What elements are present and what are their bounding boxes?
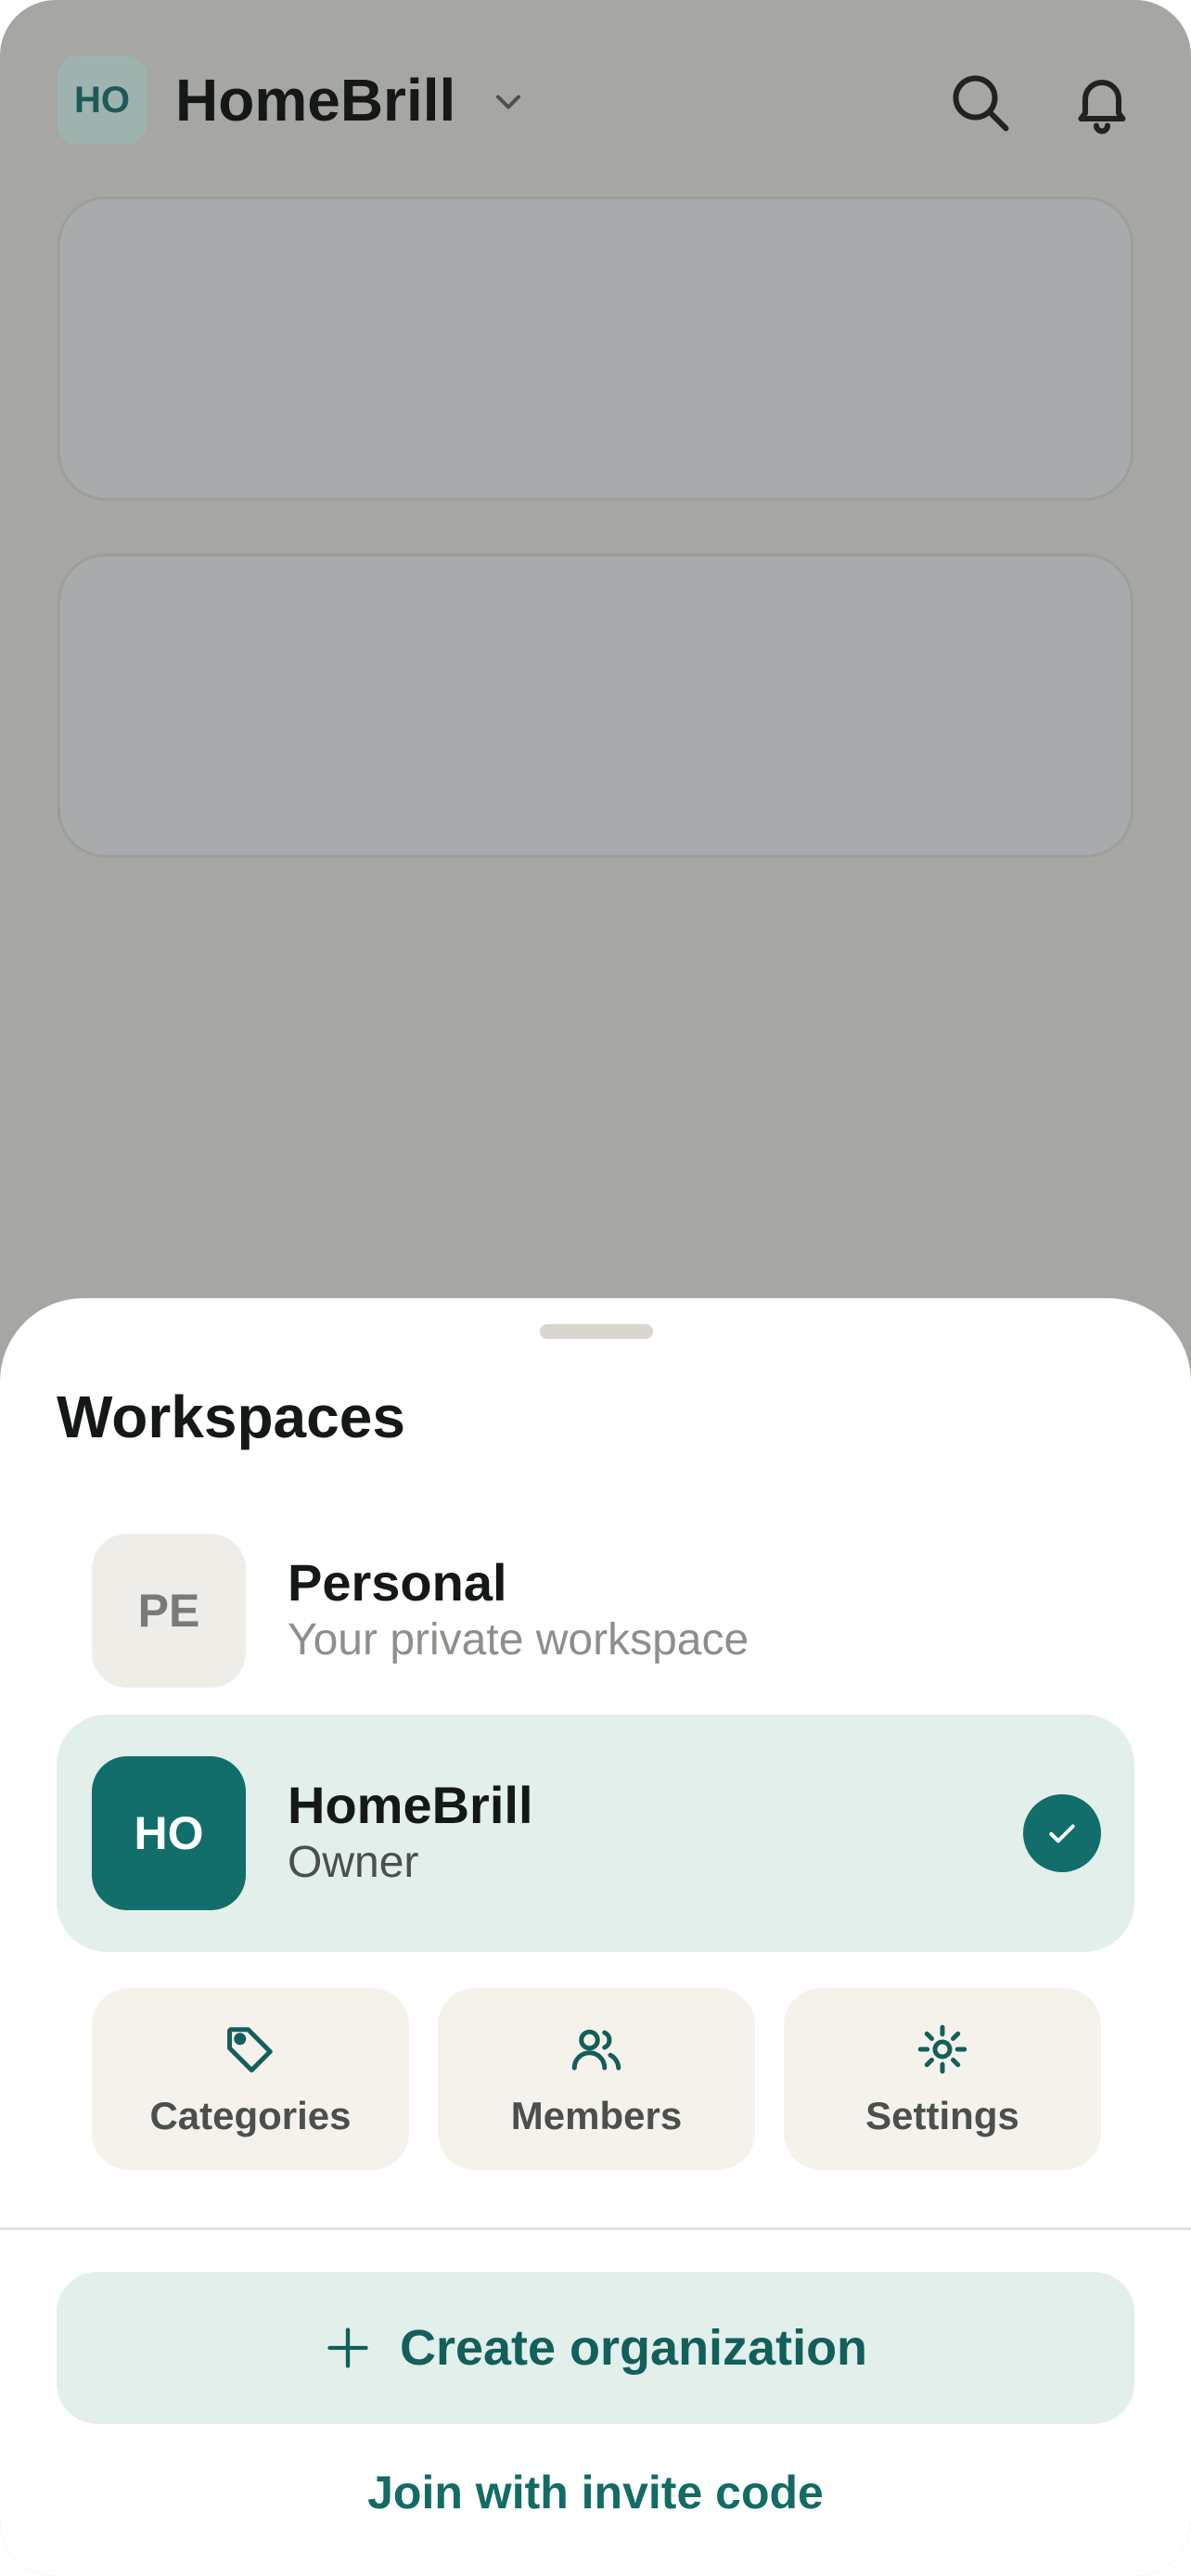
create-organization-label: Create organization (399, 2320, 868, 2376)
skeleton-card (58, 554, 1133, 858)
settings-button[interactable]: Settings (784, 1988, 1101, 2170)
workspace-item-homebrill[interactable]: HO HomeBrill Owner (57, 1715, 1134, 1952)
action-label: Categories (149, 2094, 352, 2137)
sheet-grabber[interactable] (540, 1324, 653, 1339)
workspace-name: Personal (288, 1553, 507, 1612)
divider (0, 2227, 1191, 2230)
gear-icon (917, 2024, 967, 2074)
workspace-actions: Categories Members Settings (92, 1988, 1101, 2170)
skeleton-card (58, 197, 1133, 501)
plus-icon (327, 2327, 368, 2368)
org-avatar[interactable]: HO (58, 56, 147, 145)
workspace-name: HomeBrill (288, 1776, 533, 1834)
workspace-role: Owner (288, 1838, 419, 1887)
workspace-sheet: Workspaces PE Personal Your private work… (0, 1298, 1191, 2576)
users-icon (571, 2029, 621, 2071)
workspace-subtitle: Your private workspace (288, 1615, 749, 1664)
chevron-down-icon[interactable] (488, 82, 529, 122)
app-screen: HO HomeBrill Workspaces PE Personal Your… (0, 0, 1191, 2576)
tag-icon (227, 2027, 273, 2072)
search-icon[interactable] (946, 69, 1013, 135)
top-bar: HO HomeBrill (0, 0, 1191, 195)
bell-icon[interactable] (1069, 69, 1135, 135)
categories-button[interactable]: Categories (92, 1988, 409, 2170)
sheet-title: Workspaces (57, 1384, 405, 1450)
action-label: Settings (865, 2094, 1019, 2137)
workspace-item-personal[interactable]: PE Personal Your private workspace (57, 1492, 1134, 1729)
workspace-avatar: PE (92, 1534, 246, 1688)
selected-check-icon (1023, 1794, 1101, 1872)
join-invite-code-link[interactable]: Join with invite code (0, 2463, 1191, 2522)
members-button[interactable]: Members (438, 1988, 755, 2170)
create-organization-button[interactable]: Create organization (57, 2272, 1134, 2424)
org-switcher-title[interactable]: HomeBrill (175, 63, 455, 137)
action-label: Members (510, 2094, 683, 2137)
workspace-avatar: HO (92, 1756, 246, 1910)
